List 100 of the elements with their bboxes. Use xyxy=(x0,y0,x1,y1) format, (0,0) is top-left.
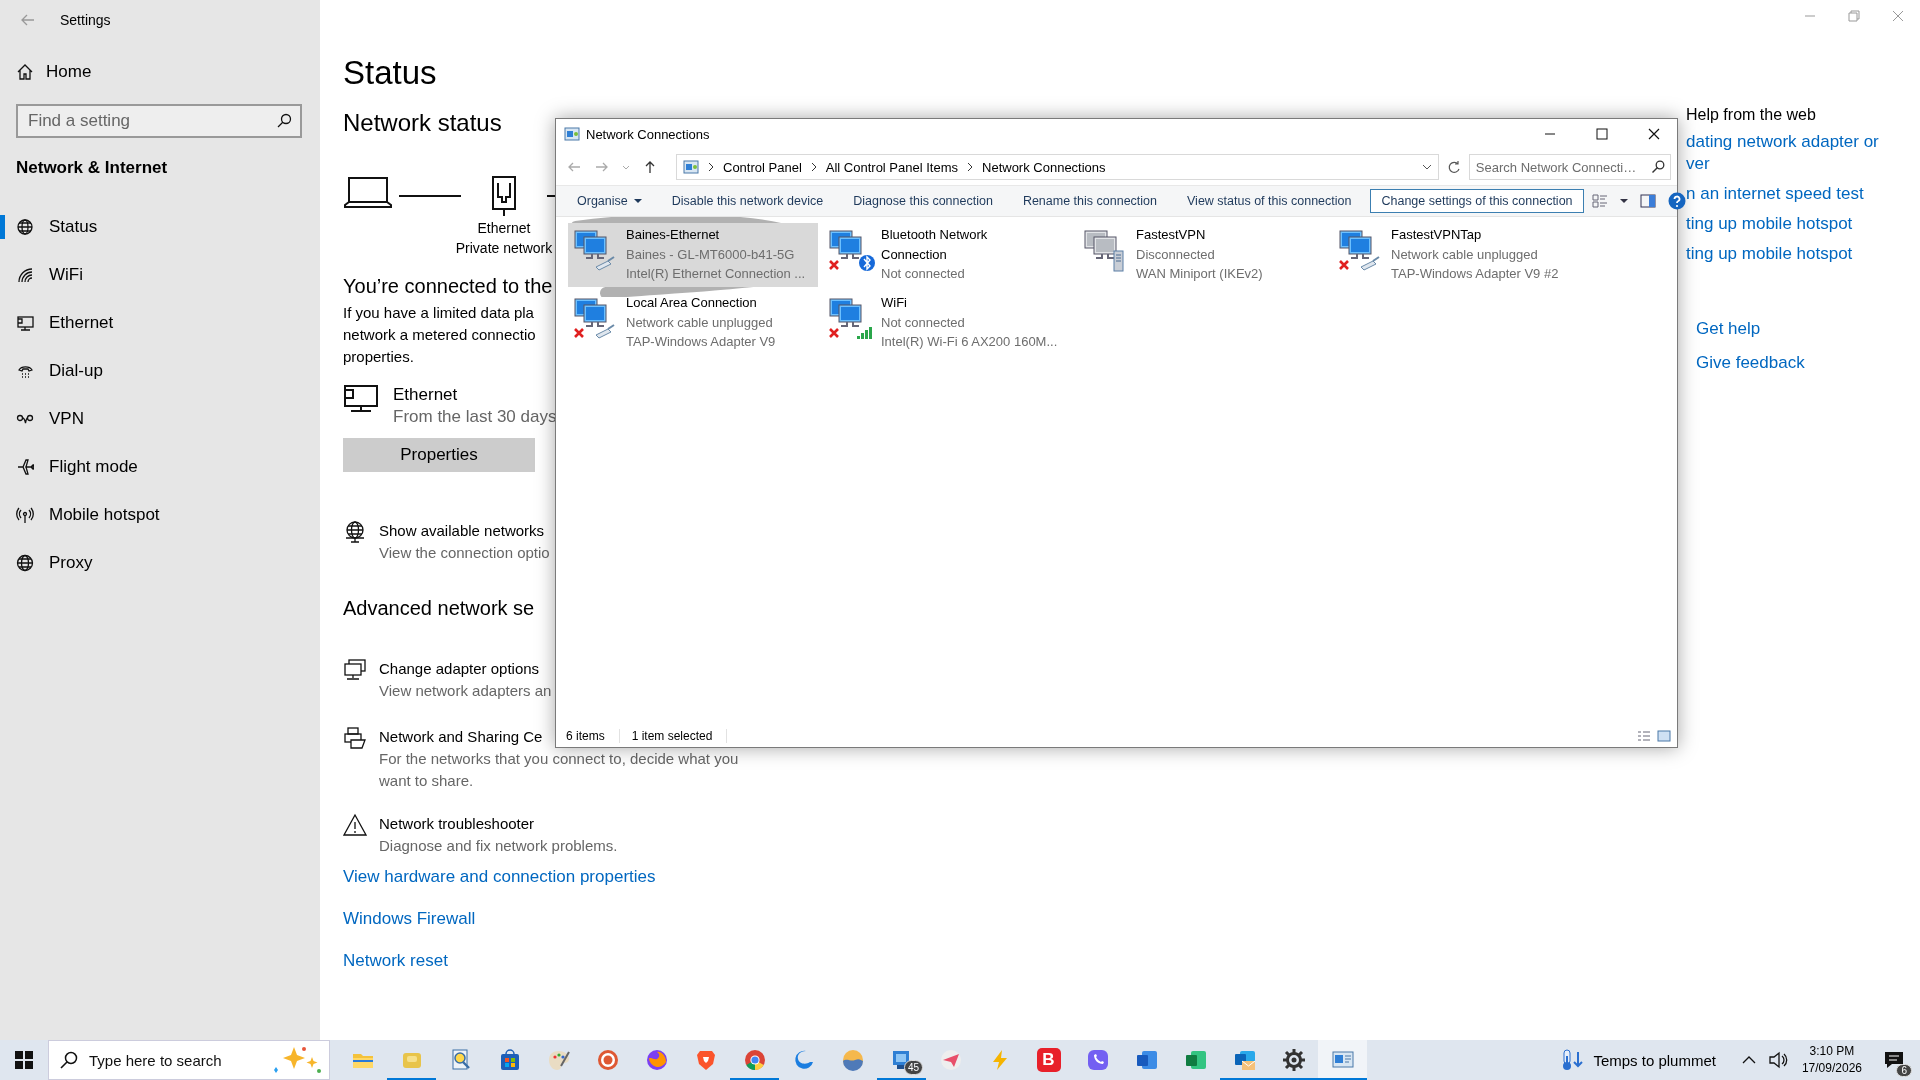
close-icon[interactable] xyxy=(1648,128,1660,140)
large-icons-view-icon[interactable] xyxy=(1657,730,1671,742)
chevron-icon xyxy=(707,162,715,172)
settings-link[interactable]: View hardware and connection properties xyxy=(343,865,656,889)
connection-item[interactable]: Local Area Connection Network cable unplugged TAP-Windows Adapter V9 xyxy=(568,291,818,355)
search-icon xyxy=(1651,160,1665,174)
notification-badge: 6 xyxy=(1896,1064,1912,1077)
nav-item[interactable]: WiFi xyxy=(16,265,83,285)
connection-item[interactable]: FastestVPN Disconnected WAN Miniport (IKEv2) xyxy=(1078,223,1328,287)
network-label: Private network xyxy=(455,239,553,258)
toolbar-button[interactable]: Change settings of this connection xyxy=(1370,189,1584,213)
connection-heading: You’re connected to the xyxy=(343,274,553,299)
help-link[interactable]: dating network adapter or ver xyxy=(1686,131,1879,175)
view-options-icon[interactable] xyxy=(1591,194,1608,208)
windows-start-icon[interactable] xyxy=(15,1051,33,1069)
adapter-label: Ethernet xyxy=(477,219,531,238)
count-badge: 45 xyxy=(903,1060,923,1075)
nav-item[interactable]: Proxy xyxy=(16,553,93,573)
description-text: properties. xyxy=(343,347,414,367)
toolbar-button[interactable]: Rename this connection xyxy=(1011,189,1168,213)
option-title[interactable]: Network troubleshooter xyxy=(379,813,535,835)
settings-link[interactable]: Network reset xyxy=(343,949,448,973)
toolbar-button[interactable]: View status of this connection xyxy=(1176,189,1363,213)
breadcrumb-item[interactable]: Network Connections xyxy=(982,159,1106,175)
home-link[interactable]: Home xyxy=(16,52,92,92)
maximize-icon[interactable] xyxy=(1596,128,1608,140)
nav-item[interactable]: Status xyxy=(16,217,98,237)
connection-item[interactable]: Baines-Ethernet Baines - GL-MT6000-b41-5G Intel(R) Ethernet Connection ... xyxy=(568,223,818,287)
nav-item[interactable]: Ethernet xyxy=(16,313,114,333)
help-heading: Help from the web xyxy=(1686,105,1816,125)
wifi-icon xyxy=(16,266,34,284)
send-icon xyxy=(938,1048,963,1072)
breadcrumb-item[interactable]: Control Panel xyxy=(723,159,802,175)
help-link[interactable]: ting up mobile hotspot xyxy=(1686,213,1853,235)
option-title[interactable]: Show available networks xyxy=(379,520,545,542)
option-description: View the connection optio xyxy=(379,543,550,563)
restore-icon[interactable] xyxy=(1848,10,1860,22)
ethernet-icon xyxy=(343,384,379,414)
connection-item[interactable]: FastestVPNTap Network cable unplugged TAP-Windows Adapter V9 #2 xyxy=(1333,223,1583,287)
speaker-icon[interactable] xyxy=(1767,1051,1788,1069)
chevron-up-icon[interactable] xyxy=(1741,1055,1756,1065)
option-title[interactable]: Change adapter options xyxy=(379,658,540,680)
properties-button[interactable]: Properties xyxy=(343,438,535,472)
menu-button[interactable]: Organise xyxy=(566,189,653,213)
monitors-icon xyxy=(343,658,367,682)
search-icon xyxy=(276,113,292,129)
connection-item[interactable]: Bluetooth Network Connection Not connected xyxy=(823,223,1073,287)
window-title: Network Connections xyxy=(586,126,711,142)
control-panel-icon xyxy=(683,159,699,175)
nav-item[interactable]: Mobile hotspot xyxy=(16,505,160,525)
document-tile-icon xyxy=(1134,1048,1159,1072)
toolbar-button[interactable]: Diagnose this connection xyxy=(842,189,1004,213)
nav-item[interactable]: VPN xyxy=(16,409,84,429)
section-heading: Network status xyxy=(343,108,502,138)
globe-icon xyxy=(16,554,34,572)
clock[interactable]: 3:10 PM 17/09/2026 xyxy=(1801,1043,1862,1077)
help-link[interactable]: ting up mobile hotspot xyxy=(1686,243,1853,265)
help-link[interactable]: n an internet speed test xyxy=(1686,183,1864,205)
weather-widget[interactable]: Temps to plummet xyxy=(1561,1048,1716,1072)
back-icon[interactable] xyxy=(20,12,36,28)
taskbar-search[interactable]: Type here to search xyxy=(48,1040,330,1080)
caret-icon xyxy=(633,197,642,205)
taskbar-app[interactable]: 45 xyxy=(877,1040,926,1080)
dropdown-icon[interactable] xyxy=(1421,162,1432,172)
help-icon[interactable] xyxy=(1667,192,1686,210)
get-help-link[interactable]: Get help xyxy=(1696,317,1761,341)
option-title[interactable]: Network and Sharing Ce xyxy=(379,726,543,748)
spreadsheet-tile-icon xyxy=(1183,1048,1208,1072)
status-text: 1 item selected xyxy=(631,729,728,743)
notification-icon[interactable] xyxy=(1884,1051,1904,1069)
preview-pane-icon[interactable] xyxy=(1639,194,1656,208)
toolbar-button[interactable]: Disable this network device xyxy=(660,189,835,213)
option-description: Diagnose and fix network problems. xyxy=(379,836,619,856)
usage-period: From the last 30 days xyxy=(393,406,557,428)
caret-icon[interactable] xyxy=(1619,197,1628,205)
nav-item[interactable]: Flight mode xyxy=(16,457,138,477)
ethernet-port-icon xyxy=(489,175,519,217)
chevron-icon xyxy=(809,162,818,172)
nav-item[interactable]: Dial-up xyxy=(16,361,103,381)
search-icon xyxy=(60,1051,78,1069)
home-icon xyxy=(16,63,34,81)
thermometer-icon xyxy=(1561,1048,1584,1072)
search-field[interactable]: Find a setting xyxy=(16,104,302,138)
details-view-icon[interactable] xyxy=(1637,730,1651,742)
palette-icon xyxy=(546,1048,571,1072)
taskbar-app[interactable]: B xyxy=(1024,1040,1073,1080)
printer-folder-icon xyxy=(343,726,367,750)
breadcrumb-item[interactable]: All Control Panel Items xyxy=(825,159,958,175)
globe-icon xyxy=(16,218,34,236)
browser-icon xyxy=(742,1048,767,1072)
control-panel-icon xyxy=(564,126,580,142)
refresh-icon[interactable] xyxy=(1446,160,1461,174)
settings-link[interactable]: Windows Firewall xyxy=(343,907,476,931)
gear-icon xyxy=(1281,1048,1306,1072)
connection-item[interactable]: WiFi Not connected Intel(R) Wi-Fi 6 AX200 160M... xyxy=(823,291,1073,355)
globe-monitor-icon xyxy=(343,520,367,544)
description-text: network a metered connectio xyxy=(343,325,536,345)
feedback-link[interactable]: Give feedback xyxy=(1696,351,1805,375)
window-title: Settings xyxy=(60,12,111,28)
address-bar[interactable]: Control Panel All Control Panel Items Network Connections xyxy=(676,154,1439,180)
